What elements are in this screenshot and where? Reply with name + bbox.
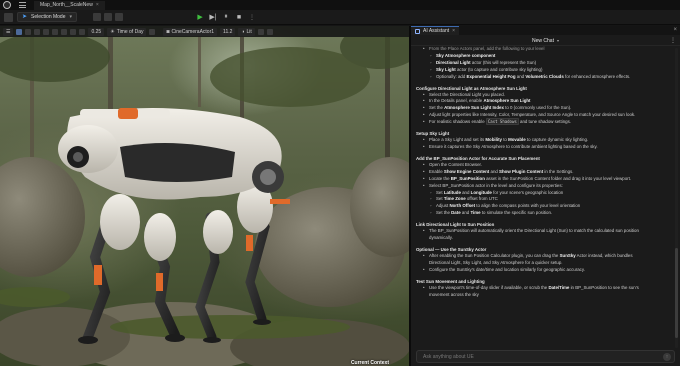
- chat-section-heading: Configure Directional Light as Atmospher…: [416, 85, 527, 91]
- level-tab[interactable]: Map_North__ScaleNew ×: [34, 0, 105, 10]
- chat-list-item: Place a Sky Light and set its Mobility t…: [416, 137, 665, 144]
- ai-assistant-tab[interactable]: AI Assistant ×: [411, 26, 460, 35]
- angle-snap-icon[interactable]: [79, 28, 86, 35]
- chat-list-item: Set Time Zone offset from UTC: [416, 196, 665, 203]
- blueprint-icon[interactable]: [104, 13, 113, 21]
- selection-mode-label: Selection Mode: [31, 14, 66, 20]
- lit-icon: ◑: [241, 28, 245, 35]
- chat-section-heading: Link Directional Light to Sun Position: [416, 222, 495, 228]
- panel-close-icon[interactable]: ×: [673, 27, 677, 33]
- chat-list-item: Adjust North Offset to align the compass…: [416, 203, 665, 210]
- chat-scrollbar[interactable]: [675, 48, 678, 348]
- selection-mode-icon: ➤: [22, 14, 28, 20]
- play-next-button[interactable]: ▶|: [208, 12, 218, 22]
- camera-icon: ◙: [166, 28, 170, 35]
- show-flags-icon[interactable]: [257, 28, 264, 35]
- translate-tool-icon[interactable]: [25, 28, 32, 35]
- scale-snap-dropdown[interactable]: 0.25: [88, 27, 105, 36]
- fov-dropdown[interactable]: 11.2: [220, 27, 236, 36]
- level-tab-close-icon[interactable]: ×: [96, 1, 99, 10]
- chat-list-item: Directional Light actor (this will repre…: [416, 60, 665, 67]
- chevron-down-icon: ▾: [69, 14, 73, 20]
- stop-button[interactable]: ■: [234, 12, 244, 22]
- chat-list-item: Enable Show Engine Content and Show Plug…: [416, 169, 665, 176]
- chat-list-item: For realistic shadows enable Cast Shadow…: [416, 118, 665, 126]
- chat-list-item: Ensure it captures the Sky Atmosphere to…: [416, 144, 665, 151]
- level-tab-label: Map_North__ScaleNew: [40, 1, 93, 8]
- chat-list-item: The BP_SunPosition will automatically or…: [416, 228, 665, 242]
- save-icon[interactable]: [4, 12, 13, 22]
- camera-dropdown[interactable]: ◙ CineCameraActor1: [163, 27, 218, 36]
- play-button[interactable]: ▶: [195, 12, 205, 22]
- chevron-down-icon[interactable]: ▾: [557, 38, 559, 43]
- camera-label: CineCameraActor1: [171, 28, 215, 35]
- chat-list-item: Sky Light actor (to capture and contribu…: [416, 67, 665, 74]
- chat-list-item: Configure the SunSky's date/time and loc…: [416, 267, 665, 274]
- chat-list-item: Optionally: add Exponential Height Fog a…: [416, 74, 665, 81]
- scale-snap-value: 0.25: [91, 28, 102, 35]
- chat-list-item: Set the Date and Time to simulate the sp…: [416, 210, 665, 217]
- chat-input[interactable]: [417, 351, 663, 362]
- viewport-menu-button[interactable]: ☰: [3, 27, 14, 36]
- chat-scrollbar-thumb[interactable]: [675, 248, 678, 338]
- level-viewport[interactable]: ☰ 0.25 ☀ Time of Day ◙ CineCameraActor1 …: [0, 26, 409, 366]
- scene-render: [0, 37, 409, 366]
- main-menu-icon[interactable]: [19, 2, 26, 8]
- chat-list-item: From the Place Actors panel, add the fol…: [416, 46, 665, 53]
- selection-mode-dropdown[interactable]: ➤ Selection Mode ▾: [17, 12, 78, 22]
- chat-list-item: Locate the BP_SunPosition asset in the S…: [416, 176, 665, 183]
- world-space-icon[interactable]: [52, 28, 59, 35]
- foliage: [0, 37, 409, 107]
- title-bar: Map_North__ScaleNew ×: [0, 0, 680, 10]
- chat-list-item: After enabling the Sun Position Calculat…: [416, 253, 665, 267]
- viewport-toolbar: ☰ 0.25 ☀ Time of Day ◙ CineCameraActor1 …: [0, 26, 409, 37]
- chat-list-item: In the Details panel, enable Atmosphere …: [416, 98, 665, 105]
- send-button[interactable]: ↑: [663, 352, 671, 361]
- view-mode-dropdown[interactable]: ◑ Lit: [238, 27, 255, 36]
- quick-add-group: [93, 13, 124, 21]
- chat-section-heading: Optional — Use the SunSky Actor: [416, 246, 487, 252]
- pause-button[interactable]: ⏸: [221, 12, 231, 22]
- cinematics-icon[interactable]: [115, 13, 124, 21]
- chat-list-item: Select BP_SunPosition actor in the level…: [416, 183, 665, 190]
- camera-speed-icon[interactable]: [149, 28, 156, 35]
- add-actor-icon[interactable]: [93, 13, 102, 21]
- ai-assistant-panel: AI Assistant × × New Chat ▾ ⋮ From the P…: [411, 26, 680, 366]
- main-toolbar: ➤ Selection Mode ▾ ▶ ▶| ⏸ ■ ⋮: [0, 10, 680, 25]
- chat-list-item: Open the Content Browser.: [416, 162, 665, 169]
- chat-input-box: ↑: [416, 350, 675, 363]
- chat-section-heading: Add the BP_SunPosition Actor for Accurat…: [416, 155, 540, 161]
- chat-list-item: Set the Atmosphere Sun Light Index to 0 …: [416, 105, 665, 112]
- chat-section-heading: Setup Sky Light: [416, 131, 450, 137]
- surface-snap-icon[interactable]: [61, 28, 68, 35]
- ai-assistant-icon: [415, 28, 420, 34]
- more-options-icon[interactable]: ⋮: [670, 37, 676, 44]
- time-of-day-label: Time of Day: [116, 28, 144, 35]
- chat-header: New Chat ▾ ⋮: [411, 36, 680, 46]
- chat-transcript: From the Place Actors panel, add the fol…: [411, 46, 671, 351]
- time-of-day-dropdown[interactable]: ☀ Time of Day: [107, 27, 147, 36]
- rotate-tool-icon[interactable]: [34, 28, 41, 35]
- panel-tab-bar: AI Assistant × ×: [411, 26, 680, 35]
- unreal-logo-icon: [3, 1, 11, 9]
- play-controls: ▶ ▶| ⏸ ■ ⋮: [195, 12, 257, 22]
- sun-icon: ☀: [110, 28, 115, 35]
- chat-list-item: Sky Atmosphere component: [416, 53, 665, 60]
- fov-value: 11.2: [223, 28, 233, 35]
- play-options-button[interactable]: ⋮: [247, 12, 257, 22]
- chat-section-heading: Test Sun Movement and Lighting: [416, 278, 485, 284]
- viewport-settings-icon[interactable]: [266, 28, 273, 35]
- chat-list-item: Set Latitude and Longitude for your scen…: [416, 190, 665, 197]
- chat-list-item: Select the Directional Light you placed.: [416, 92, 665, 99]
- select-tool-icon[interactable]: [16, 28, 23, 35]
- tab-close-icon[interactable]: ×: [452, 28, 455, 34]
- current-context-label: Current Context: [350, 360, 389, 366]
- chat-list-item: Use the viewport's time-of-day slider if…: [416, 285, 665, 299]
- inline-code: Cast Shadows: [485, 118, 519, 126]
- ai-assistant-tab-label: AI Assistant: [423, 28, 450, 34]
- new-chat-button[interactable]: New Chat: [532, 38, 554, 44]
- view-mode-label: Lit: [246, 28, 252, 35]
- scale-tool-icon[interactable]: [43, 28, 50, 35]
- grid-snap-icon[interactable]: [70, 28, 77, 35]
